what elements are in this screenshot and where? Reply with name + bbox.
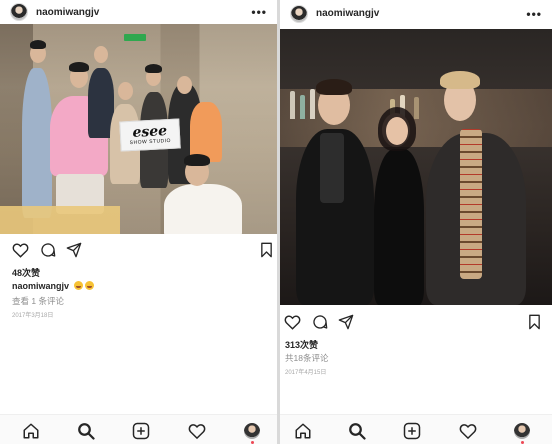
photo-person-hair (184, 154, 210, 166)
post-username[interactable]: naomiwangjv (316, 8, 379, 19)
heart-icon (459, 424, 477, 440)
home-icon (23, 423, 39, 439)
photo-table (0, 206, 120, 234)
photo-person-head (94, 46, 108, 63)
profile-avatar (244, 423, 260, 439)
photo-person-shirt (320, 133, 344, 203)
photo-person-hair (440, 71, 480, 89)
photo-person (374, 149, 424, 305)
paper-plane-icon[interactable] (338, 314, 354, 330)
heart-icon (188, 424, 206, 440)
speech-bubble-icon[interactable] (40, 242, 56, 258)
more-options-icon[interactable]: ••• (526, 7, 542, 21)
tab-activity[interactable] (188, 422, 206, 440)
grinning-emoji-icon (73, 281, 83, 290)
bottom-tab-bar (0, 414, 277, 444)
right-post-screen: naomiwangjv ••• 313次赞 共18条评论 2017年4月15日 (280, 0, 552, 444)
search-icon (349, 423, 366, 440)
photo-bottle (300, 95, 305, 119)
post-actions (0, 240, 277, 262)
post-header: naomiwangjv ••• (0, 0, 277, 24)
tab-home[interactable] (294, 422, 312, 440)
sign-sub-text: SHOW STUDIO (129, 137, 172, 147)
paper-plane-icon[interactable] (66, 242, 82, 258)
photo-person-hair (69, 62, 89, 72)
photo-person-scarf (460, 129, 482, 279)
search-icon (78, 423, 95, 440)
profile-avatar (514, 423, 530, 439)
tab-search[interactable] (77, 422, 95, 440)
photo-bottle (310, 89, 315, 119)
photo-person-head (177, 76, 192, 94)
view-comments-link[interactable]: 共18条评论 (285, 352, 328, 364)
photo-person-foreground (164, 184, 242, 234)
photo-person-hair (316, 79, 352, 95)
tab-profile[interactable] (513, 422, 531, 444)
home-icon (295, 423, 311, 439)
speech-bubble-icon[interactable] (312, 314, 328, 330)
post-photo[interactable] (280, 29, 552, 305)
heart-outline-icon[interactable] (284, 314, 301, 330)
view-comments-link[interactable]: 查看 1 条评论 (12, 295, 64, 307)
post-caption: naomiwangjv (12, 281, 94, 291)
more-options-icon[interactable]: ••• (251, 5, 267, 19)
post-header: naomiwangjv ••• (280, 0, 552, 27)
heart-outline-icon[interactable] (12, 242, 29, 258)
post-date: 2017年4月15日 (285, 370, 327, 376)
bookmark-icon[interactable] (260, 242, 273, 258)
photo-person-head (118, 82, 133, 100)
tab-search[interactable] (348, 422, 366, 440)
photo-person-hair (145, 64, 162, 73)
bottom-tab-bar (280, 414, 552, 444)
exit-sign (124, 34, 146, 41)
photo-person-hair (30, 40, 46, 49)
caption-username[interactable]: naomiwangjv (12, 281, 69, 291)
user-avatar[interactable] (10, 3, 28, 21)
add-post-icon (132, 422, 150, 440)
add-post-icon (403, 422, 421, 440)
left-post-screen: naomiwangjv ••• esee SHOW STUDIO 48次赞 na… (0, 0, 277, 444)
post-date: 2017年3月18日 (12, 313, 54, 319)
post-actions (280, 312, 552, 334)
post-username[interactable]: naomiwangjv (36, 7, 99, 18)
photo-person-face (386, 117, 408, 145)
photo-bottle (290, 91, 295, 119)
photo-person (22, 68, 52, 218)
photo-person (190, 102, 222, 162)
tab-add[interactable] (132, 422, 150, 440)
likes-count[interactable]: 313次赞 (285, 338, 318, 351)
user-avatar[interactable] (290, 4, 308, 23)
tab-profile[interactable] (243, 422, 261, 444)
post-photo[interactable]: esee SHOW STUDIO (0, 24, 277, 234)
photo-sign-card: esee SHOW STUDIO (119, 118, 181, 152)
tab-activity[interactable] (459, 422, 477, 440)
tab-add[interactable] (403, 422, 421, 440)
photo-bottle (414, 97, 419, 119)
tab-home[interactable] (22, 422, 40, 440)
grinning-emoji-icon (84, 281, 94, 290)
likes-count[interactable]: 48次赞 (12, 266, 40, 279)
bookmark-icon[interactable] (528, 314, 541, 330)
